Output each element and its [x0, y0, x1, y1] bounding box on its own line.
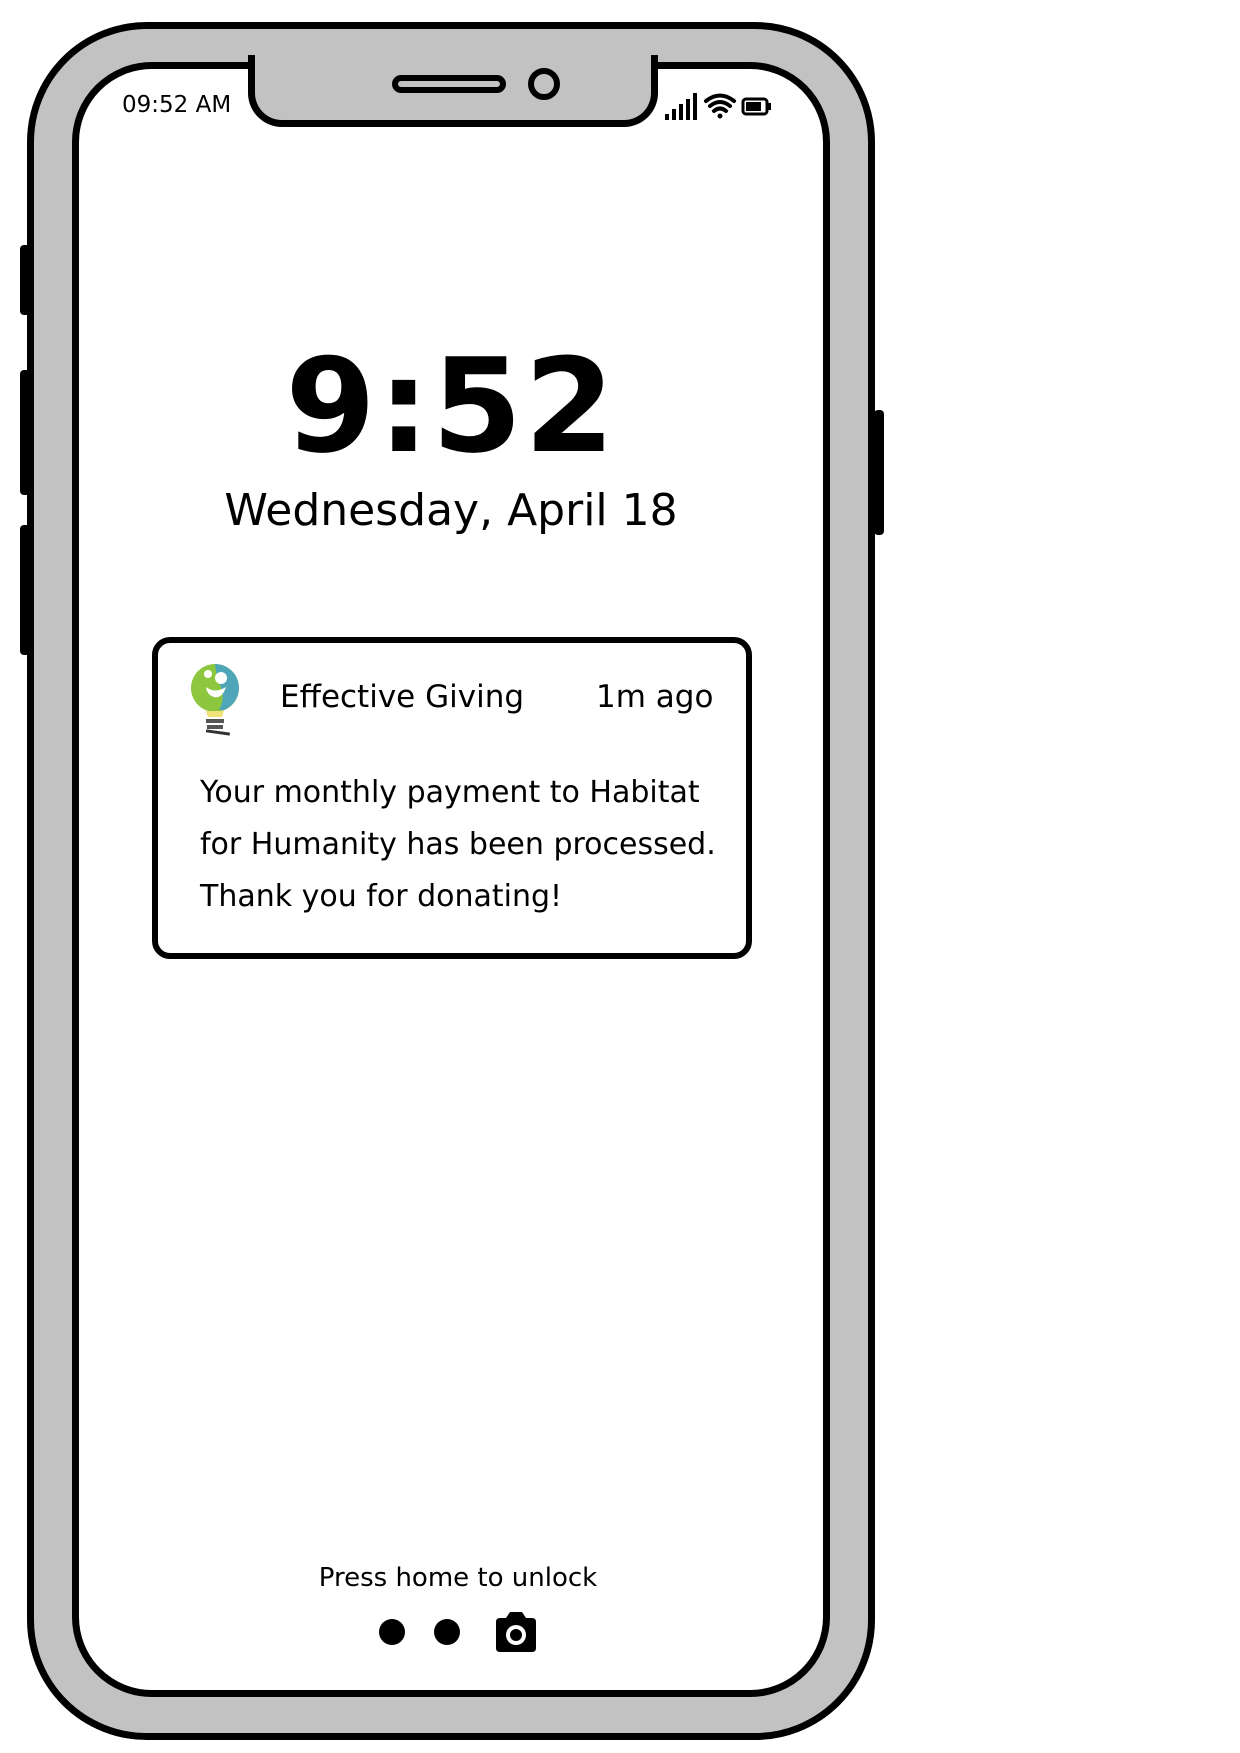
phone-mockup: 09:52 AM 9:52 Wednesday, April 18 Effect… [0, 0, 1240, 1753]
lock-clock: 9:52 [285, 330, 617, 482]
page-indicator-dot [434, 1619, 460, 1645]
cellular-signal-icon [665, 93, 697, 120]
notification-time: 1m ago [596, 679, 714, 715]
lock-date: Wednesday, April 18 [224, 485, 678, 536]
camera-icon[interactable] [492, 1610, 540, 1654]
lightbulb-globe-icon [191, 664, 239, 736]
notification-app-name: Effective Giving [280, 679, 525, 715]
notification-message-line: for Humanity has been processed. [200, 827, 716, 862]
notification-message-line: Your monthly payment to Habitat [200, 775, 700, 810]
battery-icon [741, 97, 771, 116]
notification-message: Your monthly payment to Habitat for Huma… [200, 767, 740, 923]
power-button[interactable] [874, 410, 884, 535]
speaker-grille [392, 75, 506, 93]
wifi-icon [704, 93, 736, 119]
notification-card[interactable]: Effective Giving 1m ago Your monthly pay… [152, 637, 752, 959]
status-icons [665, 93, 771, 120]
unlock-hint: Press home to unlock [318, 1563, 598, 1593]
front-camera [528, 68, 560, 100]
page-indicator-dot [379, 1619, 405, 1645]
notification-message-line: Thank you for donating! [200, 879, 563, 914]
status-time: 09:52 AM [122, 92, 232, 118]
